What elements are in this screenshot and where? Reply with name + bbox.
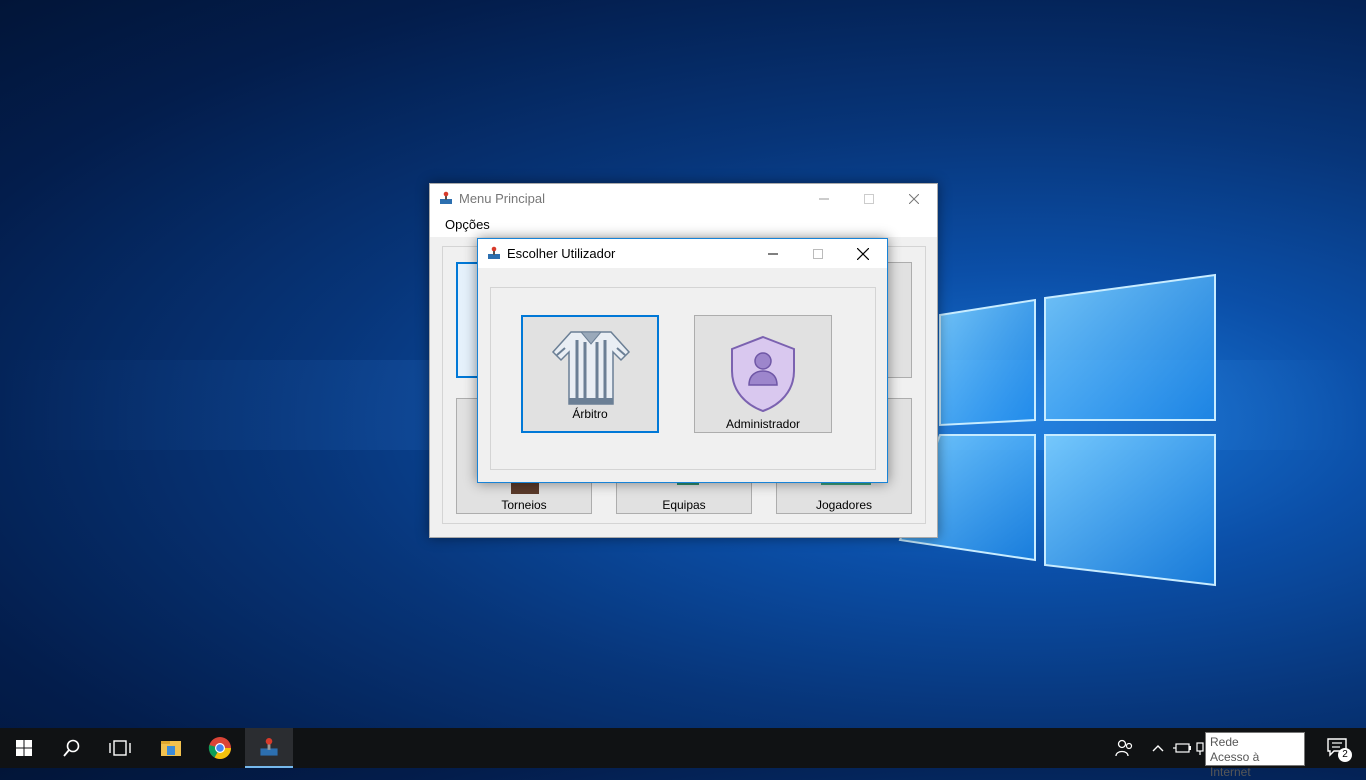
start-button[interactable]: [0, 728, 48, 768]
dialog-titlebar[interactable]: Escolher Utilizador: [478, 239, 887, 268]
admin-option-button[interactable]: Administrador: [694, 315, 832, 433]
close-icon: [857, 247, 869, 260]
dialog-close-button[interactable]: [840, 239, 886, 268]
network-tooltip: Rede Acesso à Internet: [1205, 732, 1305, 779]
battery-button[interactable]: [1170, 728, 1194, 768]
referee-option-button[interactable]: Árbitro: [521, 315, 659, 433]
chrome-icon: [208, 737, 231, 759]
task-view-icon: [109, 740, 131, 756]
app-icon: [260, 738, 278, 756]
admin-option-label: Administrador: [725, 417, 801, 431]
choose-user-dialog: Escolher Utilizador Árbitro Administrado…: [477, 238, 888, 483]
action-center-button[interactable]: 2: [1310, 728, 1366, 768]
search-icon: [63, 739, 80, 757]
dialog-minimize-button[interactable]: [750, 239, 796, 268]
people-icon: [1115, 739, 1133, 757]
main-window-titlebar[interactable]: Menu Principal: [430, 184, 937, 213]
tile-equipas-label: Equipas: [662, 498, 706, 512]
maximize-icon: [864, 193, 874, 204]
admin-shield-icon: [731, 335, 795, 413]
main-window-title: Menu Principal: [459, 191, 545, 206]
maximize-icon: [813, 248, 823, 259]
referee-shirt-icon: [551, 331, 631, 405]
dialog-title: Escolher Utilizador: [507, 246, 616, 261]
tile-jogadores-label: Jogadores: [815, 498, 873, 512]
chevron-up-icon: [1152, 745, 1164, 752]
running-app-button[interactable]: [245, 728, 293, 768]
battery-plug-icon: [1173, 743, 1191, 753]
minimize-icon: [768, 253, 778, 254]
network-icon: [1196, 742, 1204, 755]
dialog-maximize-button[interactable]: [795, 239, 841, 268]
chrome-button[interactable]: [196, 728, 244, 768]
task-view-button[interactable]: [96, 728, 144, 768]
start-icon: [16, 740, 32, 756]
dialog-options-group: Árbitro Administrador: [490, 287, 876, 470]
tile-torneios-label: Torneios: [501, 498, 547, 512]
taskbar: 2: [0, 728, 1366, 768]
menu-opcoes[interactable]: Opções: [440, 217, 495, 232]
tooltip-subtitle: Acesso à Internet: [1210, 750, 1260, 779]
app-icon: [440, 191, 452, 204]
close-icon: [909, 193, 919, 204]
tooltip-title: Rede: [1210, 735, 1239, 749]
close-button[interactable]: [891, 184, 937, 213]
file-explorer-button[interactable]: [147, 728, 195, 768]
minimize-icon: [819, 198, 829, 199]
menubar: Opções: [430, 213, 937, 237]
search-button[interactable]: [48, 728, 96, 768]
app-icon: [488, 246, 500, 259]
windows-wallpaper-logo: [898, 273, 1216, 587]
notification-count-badge: 2: [1338, 748, 1352, 762]
maximize-button[interactable]: [846, 184, 892, 213]
referee-option-label: Árbitro: [572, 407, 608, 421]
minimize-button[interactable]: [801, 184, 847, 213]
file-explorer-icon: [161, 741, 181, 756]
